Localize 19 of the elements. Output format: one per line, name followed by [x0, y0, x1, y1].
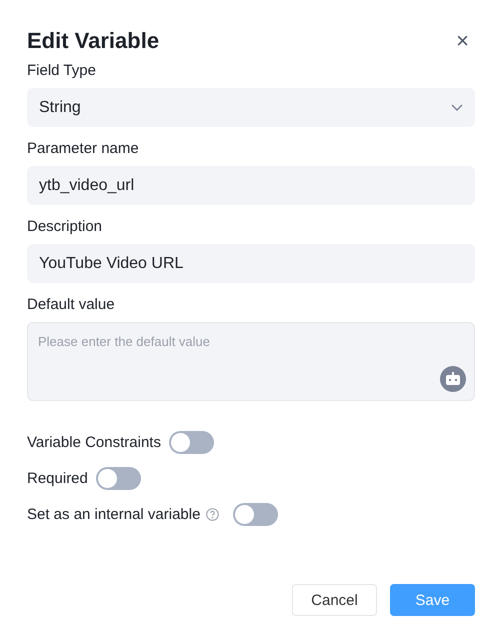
close-button[interactable]: × — [450, 30, 475, 52]
field-label: Field Type — [27, 62, 97, 79]
field-label: Description — [27, 218, 104, 235]
toggle-label: Set as an internal variable — [27, 506, 200, 522]
help-icon[interactable] — [206, 508, 220, 520]
toggle-switch[interactable] — [96, 466, 141, 490]
dialog-title: Edit Variable — [27, 28, 160, 54]
input-field[interactable]: ytb_video_url — [27, 166, 475, 205]
cancel-button[interactable]: Cancel — [292, 584, 377, 616]
field-label: Parameter name — [27, 140, 140, 157]
toggle-label: Required — [27, 470, 88, 486]
toggle-switch[interactable] — [233, 502, 278, 526]
robot-icon[interactable] — [440, 366, 466, 392]
chevron-down-icon — [451, 104, 463, 112]
input-field[interactable]: YouTube Video URL — [27, 244, 475, 283]
select-field[interactable]: String — [27, 88, 475, 127]
toggle-label: Variable Constraints — [27, 434, 161, 450]
field-label: Default value — [27, 296, 116, 313]
toggle-switch[interactable] — [168, 430, 214, 454]
